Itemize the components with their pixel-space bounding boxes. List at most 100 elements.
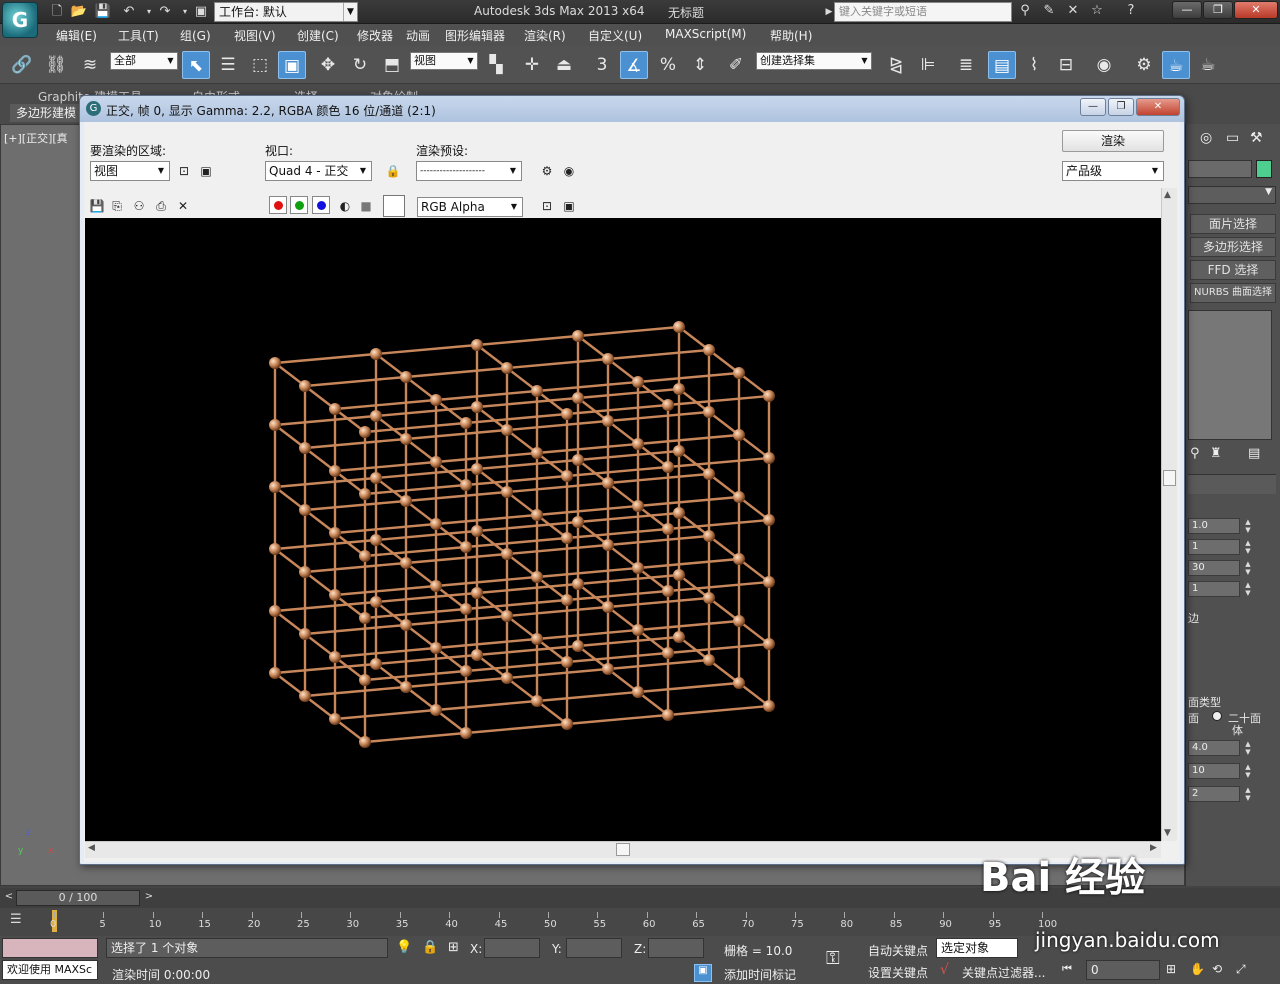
copy-image-icon[interactable]: ⎘ — [108, 197, 126, 215]
render-production-icon[interactable]: ☕ — [1194, 51, 1222, 79]
horizontal-scroll-thumb[interactable] — [616, 843, 630, 856]
param-field-4[interactable]: 1 — [1188, 581, 1240, 597]
red-channel-toggle[interactable] — [269, 196, 287, 214]
absolute-mode-icon[interactable]: ⊞ — [448, 940, 459, 955]
green-channel-toggle[interactable] — [290, 196, 308, 214]
close-button[interactable]: ✕ — [1234, 1, 1278, 19]
current-frame-field[interactable]: 0 — [1086, 960, 1160, 980]
snap-toggle-icon[interactable]: 3 — [588, 51, 616, 79]
isolate-icon[interactable]: 💡 — [396, 940, 412, 955]
search-input[interactable]: 键入关键字或短语 — [834, 2, 1012, 22]
orbit-icon[interactable]: ⟲ — [1212, 962, 1222, 976]
time-config-icon[interactable]: ⊞ — [1166, 962, 1176, 976]
param-field-6[interactable]: 10 — [1188, 763, 1240, 779]
monochrome-icon[interactable]: ■ — [357, 197, 375, 215]
spinner-icon[interactable]: ▲ ▼ — [1242, 581, 1254, 597]
menu-animation[interactable]: 动画 — [406, 27, 430, 44]
menu-modifiers[interactable]: 修改器 — [357, 27, 393, 44]
patch-select-button[interactable]: 面片选择 — [1190, 214, 1276, 234]
select-by-name-icon[interactable]: ☰ — [214, 51, 242, 79]
show-end-result-icon[interactable]: ♜ — [1210, 446, 1222, 461]
keyboard-shortcut-icon[interactable]: ⏏ — [550, 51, 578, 79]
menu-graph-editors[interactable]: 图形编辑器 — [445, 27, 505, 44]
param-field-2[interactable]: 1 — [1188, 539, 1240, 555]
star-icon[interactable]: ☆ — [1088, 3, 1106, 21]
render-window-maximize-button[interactable]: ❐ — [1108, 98, 1134, 116]
pin-stack-icon[interactable]: ⚲ — [1190, 446, 1200, 461]
production-level-dropdown[interactable]: 产品级 ▼ — [1062, 161, 1164, 181]
menu-edit[interactable]: 编辑(E) — [56, 27, 97, 44]
window-crossing-icon[interactable]: ▣ — [278, 51, 306, 79]
align-icon[interactable]: ⊫ — [914, 51, 942, 79]
environment-icon[interactable]: ◉ — [560, 162, 578, 180]
vertical-scrollbar[interactable] — [1161, 188, 1177, 841]
param-field-5[interactable]: 4.0 — [1188, 740, 1240, 756]
maximize-button[interactable]: ❐ — [1203, 1, 1233, 19]
select-object-icon[interactable]: ⬉ — [182, 51, 210, 79]
angle-snap-icon[interactable]: ∡ — [620, 51, 648, 79]
menu-views[interactable]: 视图(V) — [234, 27, 276, 44]
clear-image-icon[interactable]: ✕ — [174, 197, 192, 215]
app-logo-icon[interactable]: G — [2, 2, 38, 38]
spinner-icon[interactable]: ▲ ▼ — [1242, 786, 1254, 802]
add-time-tag-icon[interactable]: ▣ — [694, 964, 712, 982]
workspace-dropdown[interactable]: 工作台: 默认 ▼ — [214, 2, 358, 22]
x-coord-field[interactable] — [484, 938, 540, 958]
menu-rendering[interactable]: 渲染(R) — [524, 27, 566, 44]
maximize-viewport-icon[interactable]: ⤢ — [1236, 962, 1246, 977]
menu-create[interactable]: 创建(C) — [297, 27, 339, 44]
vertical-scroll-thumb[interactable] — [1163, 470, 1176, 486]
render-area-dropdown[interactable]: 视图 ▼ — [90, 161, 170, 181]
chevron-left-icon[interactable]: < — [2, 891, 16, 905]
save-file-icon[interactable]: 💾 — [94, 3, 112, 21]
z-coord-field[interactable] — [648, 938, 704, 958]
alpha-channel-icon[interactable]: ◐ — [336, 197, 354, 215]
link-icon[interactable]: 🔗 — [8, 51, 36, 79]
render-button[interactable]: 渲染 — [1062, 130, 1164, 152]
key-filters-button[interactable]: 关键点过滤器... — [962, 964, 1045, 981]
modifier-list-dropdown[interactable]: ▼ — [1188, 186, 1276, 204]
ribbon-sub-tab[interactable]: 多边形建模 — [10, 104, 80, 122]
material-editor-icon[interactable]: ◉ — [1090, 51, 1118, 79]
configure-sets-icon[interactable]: ▤ — [1248, 446, 1260, 461]
time-slider[interactable]: 0 / 100 — [16, 890, 140, 906]
percent-snap-icon[interactable]: % — [654, 51, 682, 79]
display-tab-icon[interactable]: ▭ — [1226, 130, 1246, 150]
spinner-snap-icon[interactable]: ⇕ — [686, 51, 714, 79]
render-window-minimize-button[interactable]: — — [1080, 98, 1106, 116]
lock-selection-icon[interactable]: 🔒 — [422, 940, 438, 955]
menu-tools[interactable]: 工具(T) — [118, 27, 159, 44]
nurbs-select-button[interactable]: NURBS 曲面选择 — [1190, 283, 1276, 303]
render-preset-dropdown[interactable]: -------------------- ▼ — [416, 161, 522, 181]
display-channel-dropdown[interactable]: RGB Alpha ▼ — [417, 197, 523, 217]
rotate-icon[interactable]: ↻ — [346, 51, 374, 79]
menu-maxscript[interactable]: MAXScript(M) — [665, 27, 746, 41]
wrench-icon[interactable]: ✎ — [1040, 3, 1058, 21]
render-setup-icon[interactable]: ⚙ — [538, 162, 556, 180]
motion-tab-icon[interactable]: ◎ — [1200, 130, 1220, 150]
rendered-frame-window-icon[interactable]: ☕ — [1162, 51, 1190, 79]
object-name-field[interactable] — [1188, 160, 1252, 178]
selection-filter-dropdown[interactable]: 全部 ▼ — [110, 52, 178, 70]
menu-group[interactable]: 组(G) — [180, 27, 211, 44]
auto-key-button[interactable]: 自动关键点 — [868, 942, 928, 959]
scroll-right-icon[interactable]: ▶ — [1150, 843, 1157, 853]
spinner-icon[interactable]: ▲ ▼ — [1242, 763, 1254, 779]
viewport-dropdown[interactable]: Quad 4 - 正交 ▼ — [265, 161, 372, 181]
spinner-icon[interactable]: ▲ ▼ — [1242, 539, 1254, 555]
scale-icon[interactable]: ⬒ — [378, 51, 406, 79]
go-to-start-icon[interactable]: ⏮ — [1062, 962, 1072, 976]
object-color-swatch[interactable] — [1256, 160, 1272, 178]
render-window-close-button[interactable]: ✕ — [1136, 98, 1180, 116]
render-setup-icon[interactable]: ⚙ — [1130, 51, 1158, 79]
move-icon[interactable]: ✥ — [314, 51, 342, 79]
key-icon[interactable]: ⚿ — [826, 948, 840, 969]
help-icon[interactable]: ? — [1122, 3, 1140, 21]
scroll-up-icon[interactable]: ▲ — [1164, 190, 1171, 200]
param-field-1[interactable]: 1.0 — [1188, 518, 1240, 534]
redo-icon[interactable]: ↷ — [156, 3, 174, 21]
chevron-right-icon[interactable]: > — [142, 891, 156, 905]
spinner-icon[interactable]: ▲ ▼ — [1242, 740, 1254, 756]
lock-viewport-icon[interactable]: 🔒 — [384, 162, 402, 180]
pan-icon[interactable]: ✋ — [1190, 962, 1205, 976]
